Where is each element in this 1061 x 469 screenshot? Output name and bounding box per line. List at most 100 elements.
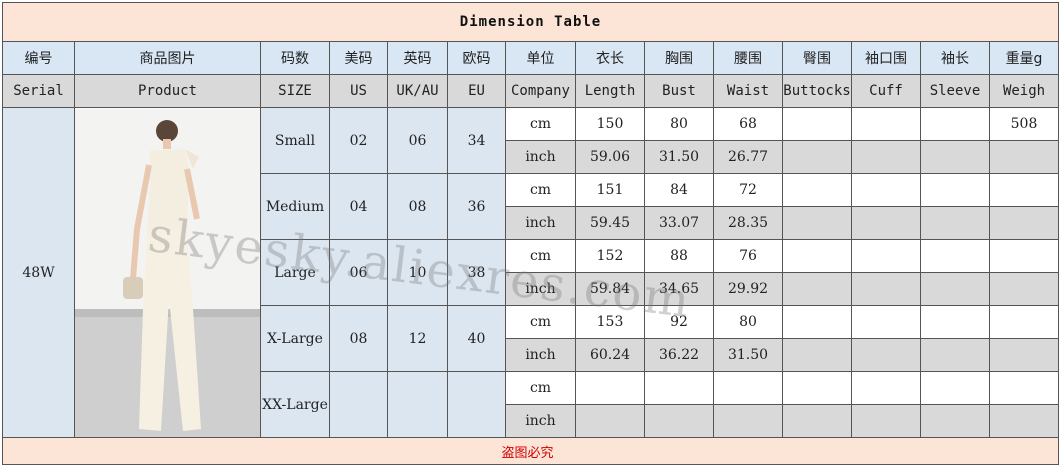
size-uk: 10	[387, 239, 448, 306]
measure-weight	[988, 239, 1060, 273]
measure-waist	[713, 404, 783, 438]
measure-bust: 33.07	[644, 206, 714, 240]
measure-cuff	[851, 404, 921, 438]
header-en-0: Serial	[2, 74, 75, 108]
header-cn-8: 胸围	[644, 41, 714, 75]
product-image	[74, 107, 261, 438]
measure-weight	[988, 338, 1060, 372]
serial-cell: 48W	[2, 107, 75, 438]
header-cn-3: 美码	[329, 41, 388, 75]
measure-bust: 80	[644, 107, 714, 141]
header-cn-5: 欧码	[447, 41, 506, 75]
size-us: 06	[329, 239, 388, 306]
measure-sleeve	[920, 338, 990, 372]
measure-bust: 36.22	[644, 338, 714, 372]
measure-weight	[988, 305, 1060, 339]
measure-length: 150	[575, 107, 645, 141]
size-uk: 08	[387, 173, 448, 240]
size-name: Small	[260, 107, 330, 174]
header-cn-11: 袖口围	[851, 41, 921, 75]
measure-bust: 34.65	[644, 272, 714, 306]
unit-cell: inch	[505, 206, 576, 240]
size-name: X-Large	[260, 305, 330, 372]
measure-length: 59.45	[575, 206, 645, 240]
measure-cuff	[851, 338, 921, 372]
measure-cuff	[851, 140, 921, 174]
measure-cuff	[851, 239, 921, 273]
measure-sleeve	[920, 239, 990, 273]
size-us: 08	[329, 305, 388, 372]
measure-buttocks	[782, 239, 852, 273]
measure-bust: 31.50	[644, 140, 714, 174]
measure-waist: 28.35	[713, 206, 783, 240]
header-en-6: Company	[505, 74, 576, 108]
measure-cuff	[851, 305, 921, 339]
measure-length: 59.06	[575, 140, 645, 174]
size-name: Large	[260, 239, 330, 306]
size-uk: 12	[387, 305, 448, 372]
header-cn-1: 商品图片	[74, 41, 261, 75]
size-eu: 34	[447, 107, 506, 174]
measure-weight	[988, 404, 1060, 438]
measure-length: 59.84	[575, 272, 645, 306]
measure-waist: 76	[713, 239, 783, 273]
unit-cell: inch	[505, 140, 576, 174]
header-en-9: Waist	[713, 74, 783, 108]
size-eu: 38	[447, 239, 506, 306]
measure-weight	[988, 206, 1060, 240]
measure-buttocks	[782, 107, 852, 141]
unit-cell: cm	[505, 371, 576, 405]
measure-bust: 84	[644, 173, 714, 207]
measure-cuff	[851, 272, 921, 306]
measure-bust: 92	[644, 305, 714, 339]
unit-cell: cm	[505, 305, 576, 339]
copyright-notice: 盗图必究	[501, 445, 554, 461]
measure-buttocks	[782, 305, 852, 339]
measure-buttocks	[782, 371, 852, 405]
unit-cell: inch	[505, 272, 576, 306]
measure-waist: 26.77	[713, 140, 783, 174]
measure-sleeve	[920, 305, 990, 339]
header-en-4: UK/AU	[387, 74, 448, 108]
header-cn-4: 英码	[387, 41, 448, 75]
header-cn-0: 编号	[2, 41, 75, 75]
measure-buttocks	[782, 173, 852, 207]
footer-cell: 盗图必究	[1, 437, 1060, 465]
size-name: XX-Large	[260, 371, 330, 438]
header-en-5: EU	[447, 74, 506, 108]
measure-bust	[644, 371, 714, 405]
header-cn-7: 衣长	[575, 41, 645, 75]
dimension-table: Dimension Table 编号 商品图片 码数 美码 英码 欧码 单位 衣长 胸围 腰围 臀围…	[1, 2, 1060, 465]
measure-cuff	[851, 206, 921, 240]
size-eu	[447, 371, 506, 438]
size-eu: 36	[447, 173, 506, 240]
unit-cell: cm	[505, 107, 576, 141]
measure-weight	[988, 371, 1060, 405]
size-us: 04	[329, 173, 388, 240]
measure-weight	[988, 140, 1060, 174]
header-row-chinese: 编号 商品图片 码数 美码 英码 欧码 单位 衣长 胸围 腰围 臀围 袖口围 袖长 重量g	[2, 41, 1060, 75]
header-cn-6: 单位	[505, 41, 576, 75]
header-cn-10: 臀围	[782, 41, 852, 75]
size-us: 02	[329, 107, 388, 174]
measure-waist: 72	[713, 173, 783, 207]
size-eu: 40	[447, 305, 506, 372]
header-en-12: Sleeve	[920, 74, 990, 108]
size-uk: 06	[387, 107, 448, 174]
unit-cell: inch	[505, 404, 576, 438]
header-row-english: Serial Product SIZE US UK/AU EU Company Length B…	[2, 74, 1060, 108]
header-cn-2: 码数	[260, 41, 330, 75]
measure-length: 151	[575, 173, 645, 207]
jumpsuit-product-photo	[75, 108, 260, 437]
measure-sleeve	[920, 371, 990, 405]
measure-cuff	[851, 107, 921, 141]
measure-length: 152	[575, 239, 645, 273]
header-cn-12: 袖长	[920, 41, 990, 75]
measure-buttocks	[782, 206, 852, 240]
measure-sleeve	[920, 404, 990, 438]
measure-sleeve	[920, 173, 990, 207]
measure-weight	[988, 272, 1060, 306]
measure-weight: 508	[988, 107, 1060, 141]
measure-buttocks	[782, 140, 852, 174]
measure-waist: 29.92	[713, 272, 783, 306]
